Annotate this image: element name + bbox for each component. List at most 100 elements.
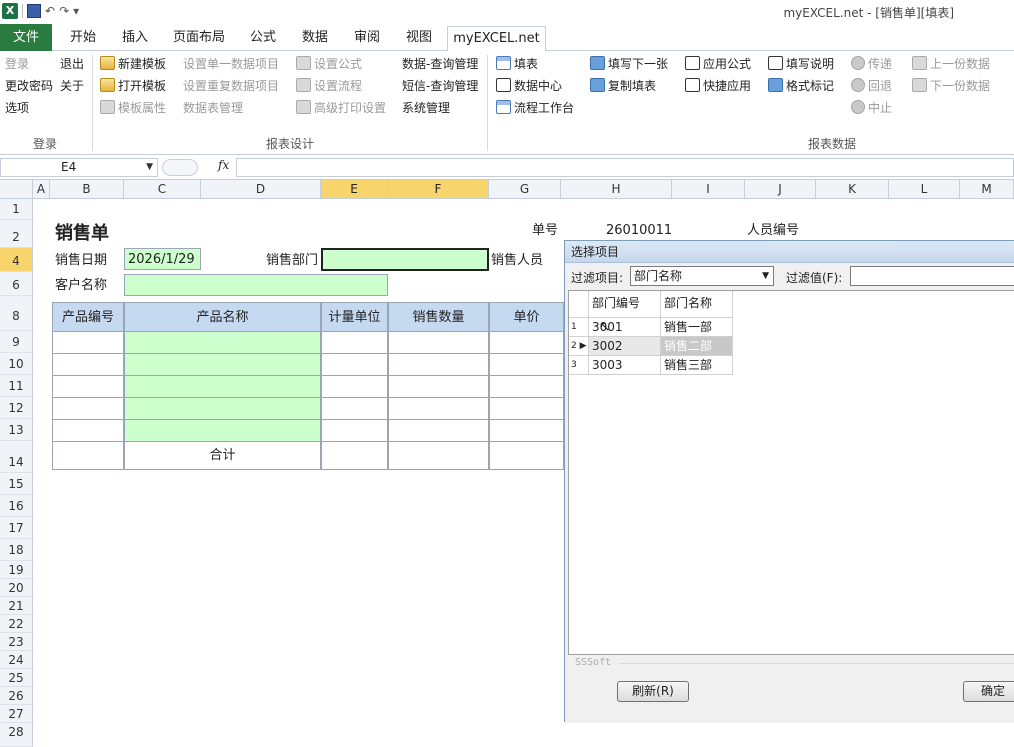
sales-date-field[interactable]: 2026/1/29 — [124, 248, 201, 270]
row-header[interactable]: 18 — [0, 539, 33, 561]
advanced-print-button[interactable]: 高级打印设置 — [296, 98, 386, 118]
tab-view[interactable]: 视图 — [396, 26, 442, 51]
row-header[interactable]: 26 — [0, 687, 33, 705]
column-header-l[interactable]: L — [889, 180, 960, 199]
row-header[interactable]: 21 — [0, 597, 33, 615]
table-cell[interactable] — [52, 375, 124, 398]
row-header[interactable]: 15 — [0, 473, 33, 495]
stop-button[interactable]: 中止 — [851, 98, 892, 118]
sales-dept-field[interactable] — [321, 248, 489, 271]
fill-form-button[interactable]: 填表 — [496, 54, 538, 74]
open-template-button[interactable]: 打开模板 — [100, 76, 166, 96]
row-header[interactable]: 20 — [0, 579, 33, 597]
set-flow-button[interactable]: 设置流程 — [296, 76, 362, 96]
column-header-k[interactable]: K — [816, 180, 889, 199]
exit-button[interactable]: 退出 — [60, 54, 84, 74]
row-header[interactable]: 2 — [0, 220, 33, 248]
table-cell[interactable] — [321, 375, 388, 398]
previous-data-button[interactable]: 上一份数据 — [912, 54, 990, 74]
table-cell[interactable] — [124, 375, 321, 398]
row-header[interactable]: 1 — [0, 199, 33, 220]
table-cell[interactable] — [52, 353, 124, 376]
function-icon[interactable]: fx — [218, 158, 229, 172]
table-cell[interactable] — [388, 419, 489, 442]
table-cell[interactable] — [52, 331, 124, 354]
quick-apply-button[interactable]: 快捷应用 — [685, 76, 751, 96]
grid-cell-name[interactable]: 销售二部 — [661, 337, 733, 356]
table-cell[interactable] — [321, 419, 388, 442]
refresh-button[interactable]: 刷新(R) — [617, 681, 689, 702]
row-header[interactable]: 14 — [0, 441, 33, 473]
row-header[interactable]: 16 — [0, 495, 33, 517]
table-cell[interactable] — [489, 397, 564, 420]
column-header-i[interactable]: I — [672, 180, 745, 199]
data-center-button[interactable]: 数据中心 — [496, 76, 562, 96]
table-cell[interactable] — [124, 419, 321, 442]
options-button[interactable]: 选项 — [5, 98, 29, 118]
table-cell[interactable] — [388, 353, 489, 376]
customer-field[interactable] — [124, 274, 388, 296]
column-header-h[interactable]: H — [561, 180, 672, 199]
format-mark-button[interactable]: 格式标记 — [768, 76, 834, 96]
row-header[interactable]: 28 — [0, 723, 33, 747]
tab-file[interactable]: 文件 — [0, 24, 52, 51]
login-button[interactable]: 登录 — [5, 54, 29, 74]
column-header-m[interactable]: M — [960, 180, 1014, 199]
row-header[interactable]: 9 — [0, 331, 33, 353]
table-cell[interactable] — [321, 353, 388, 376]
row-header[interactable]: 24 — [0, 651, 33, 669]
row-header[interactable]: 13 — [0, 419, 33, 441]
send-button[interactable]: 传递 — [851, 54, 892, 74]
table-cell[interactable] — [52, 441, 124, 470]
item-grid[interactable]: 部门编号 部门名称 1 3001 销售一部 2 ▶ 3002 销售二部 3 30… — [568, 290, 1014, 655]
chevron-down-icon[interactable]: ▼ — [146, 159, 153, 176]
table-cell[interactable] — [388, 397, 489, 420]
fill-next-button[interactable]: 填写下一张 — [590, 54, 668, 74]
undo-icon[interactable]: ↶ — [45, 3, 55, 19]
apply-formula-button[interactable]: 应用公式 — [685, 54, 751, 74]
excel-logo-icon[interactable]: X — [2, 3, 18, 19]
table-cell[interactable] — [489, 441, 564, 470]
row-header[interactable]: 17 — [0, 517, 33, 539]
table-cell[interactable] — [489, 331, 564, 354]
row-header[interactable]: 12 — [0, 397, 33, 419]
column-header-b[interactable]: B — [50, 180, 124, 199]
column-header-a[interactable]: A — [33, 180, 50, 199]
filter-value-input[interactable] — [850, 266, 1014, 286]
customize-qat-icon[interactable]: ▾ — [73, 3, 79, 19]
table-management-button[interactable]: 数据表管理 — [183, 98, 243, 118]
row-header[interactable]: 10 — [0, 353, 33, 375]
formula-input[interactable] — [236, 158, 1014, 177]
row-header[interactable]: 25 — [0, 669, 33, 687]
row-header[interactable]: 23 — [0, 633, 33, 651]
name-box[interactable]: E4 ▼ — [0, 158, 158, 177]
table-cell[interactable] — [124, 331, 321, 354]
flow-workbench-button[interactable]: 流程工作台 — [496, 98, 574, 118]
table-cell[interactable] — [124, 397, 321, 420]
grid-cell-code[interactable]: 3003 — [589, 356, 661, 375]
table-cell[interactable] — [124, 353, 321, 376]
grid-cell-code[interactable]: 3002 — [589, 337, 661, 356]
grid-header-name[interactable]: 部门名称 — [661, 291, 733, 318]
select-all-corner[interactable] — [0, 180, 33, 199]
tab-formulas[interactable]: 公式 — [240, 26, 286, 51]
formula-expand-control[interactable] — [162, 159, 198, 176]
tab-page-layout[interactable]: 页面布局 — [164, 26, 234, 51]
column-header-e[interactable]: E — [321, 180, 388, 199]
template-properties-button[interactable]: 模板属性 — [100, 98, 166, 118]
row-header[interactable]: 11 — [0, 375, 33, 397]
save-icon[interactable] — [27, 4, 41, 18]
tab-home[interactable]: 开始 — [60, 26, 106, 51]
row-header[interactable]: 19 — [0, 561, 33, 579]
column-header-f[interactable]: F — [388, 180, 489, 199]
table-cell[interactable] — [321, 397, 388, 420]
tab-insert[interactable]: 插入 — [112, 26, 158, 51]
row-header[interactable]: 27 — [0, 705, 33, 723]
row-header[interactable]: 22 — [0, 615, 33, 633]
next-data-button[interactable]: 下一份数据 — [912, 76, 990, 96]
row-header[interactable]: 8 — [0, 296, 33, 331]
ok-button[interactable]: 确定 — [963, 681, 1014, 702]
grid-cell-name[interactable]: 销售三部 — [661, 356, 733, 375]
table-cell[interactable] — [388, 331, 489, 354]
filter-item-select[interactable]: 部门名称 ▼ — [630, 266, 774, 286]
